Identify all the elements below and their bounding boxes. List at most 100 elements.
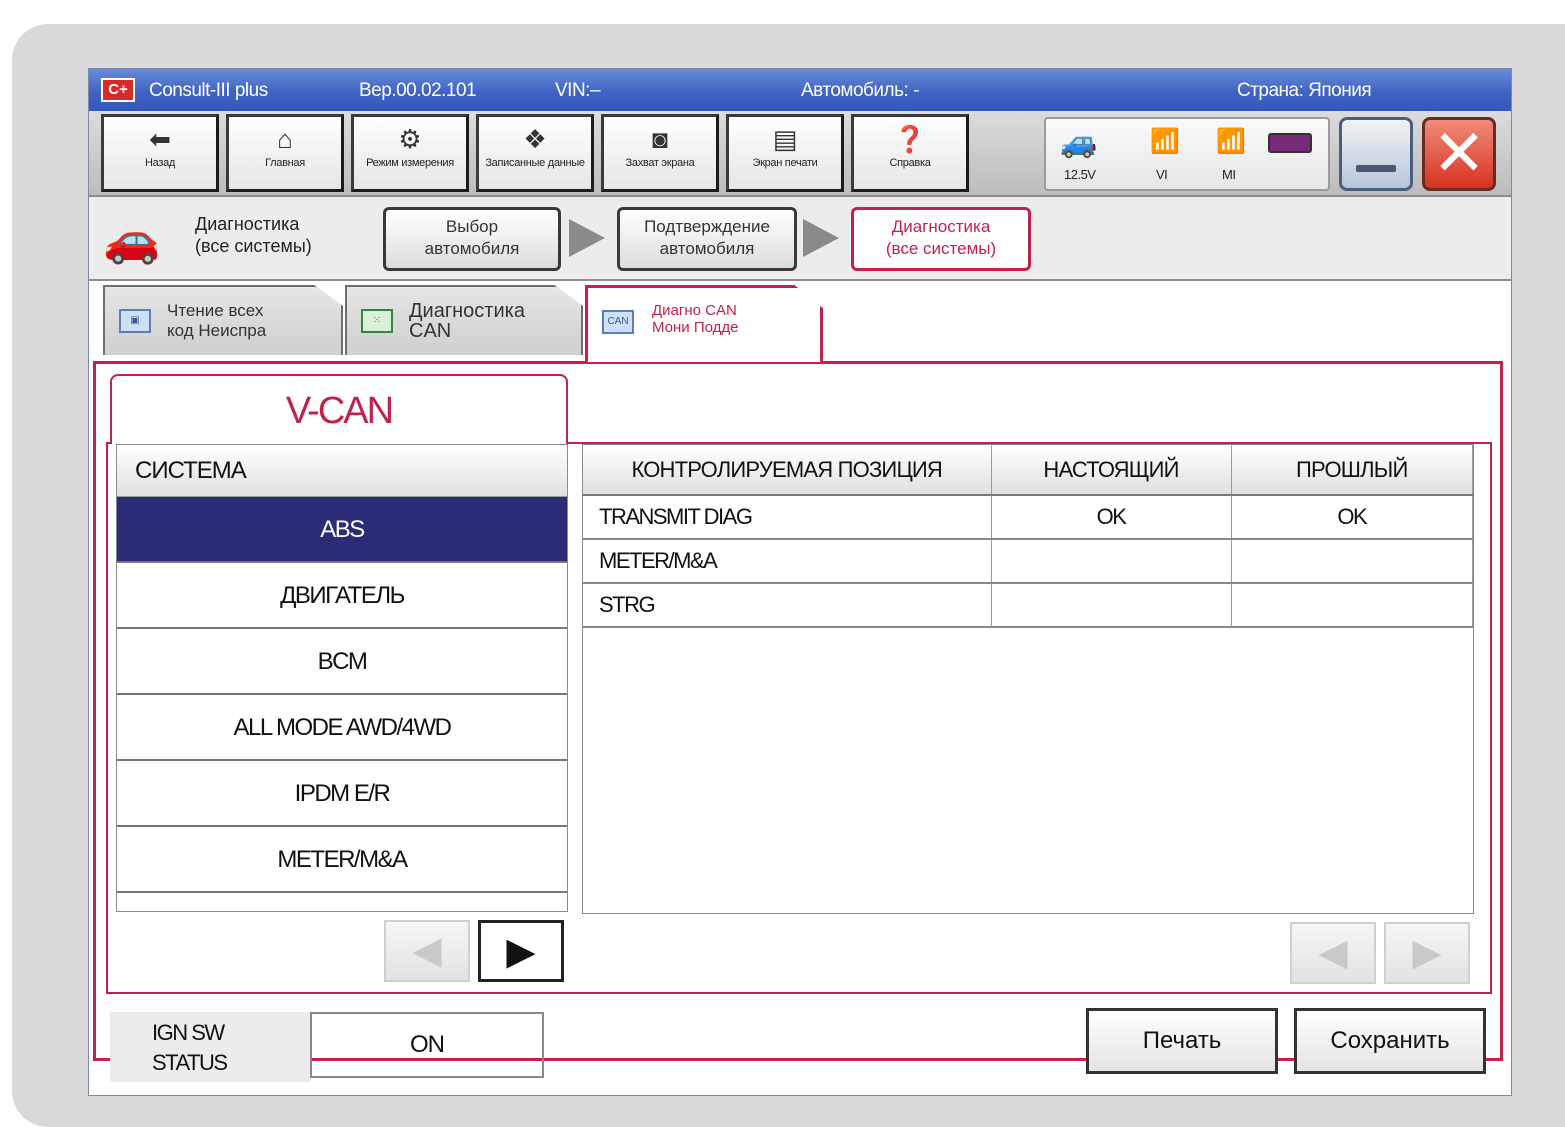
- camera-icon: ◙: [652, 124, 668, 154]
- all-systems-diagnostics-step[interactable]: Диагностика (все системы): [851, 207, 1031, 271]
- confirm-vehicle-button[interactable]: Подтверждение автомобиля: [617, 207, 797, 271]
- step-arrow-icon: [569, 219, 605, 257]
- ign-status-value: ON: [310, 1012, 544, 1078]
- printer-icon: ▤: [772, 124, 798, 154]
- step-arrow-icon: [803, 219, 839, 257]
- print-button[interactable]: Печать: [1086, 1008, 1278, 1074]
- app-name: Consult-III plus: [149, 80, 268, 101]
- title-bar: C+ Consult-III plus Вер.00.02.101 VIN:– …: [89, 69, 1511, 111]
- select-vehicle-line2: автомобиля: [424, 239, 520, 258]
- system-item-engine[interactable]: ДВИГАТЕЛЬ: [117, 563, 567, 629]
- ign-status-label: IGN SW STATUS: [110, 1012, 310, 1082]
- system-item-meter[interactable]: METER/M&A: [117, 827, 567, 893]
- systems-prev-button[interactable]: ◀: [384, 920, 470, 982]
- table-row: METER/M&A: [583, 539, 1473, 584]
- help-button[interactable]: ❓ Справка: [851, 114, 969, 192]
- select-vehicle-line1: Выбор: [445, 217, 499, 236]
- mi-label: MI: [1222, 167, 1236, 182]
- vcan-tab[interactable]: V-CAN: [110, 374, 568, 444]
- arrow-right-icon: ▶: [1412, 932, 1442, 974]
- arrow-left-icon: ◀: [1318, 932, 1348, 974]
- breadcrumb-title-line1: Диагностика: [195, 214, 300, 234]
- close-button[interactable]: ✕: [1422, 117, 1496, 191]
- tab-can-monitor-line2: Мони Подде: [652, 319, 739, 336]
- vi-label: VI: [1156, 167, 1168, 182]
- confirm-vehicle-line2: автомобиля: [659, 239, 755, 258]
- recorded-data-button[interactable]: ❖ Записанные данные: [476, 114, 594, 192]
- system-list: СИСТЕМА ABS ДВИГАТЕЛЬ BCM ALL MODE AWD/4…: [116, 444, 568, 912]
- help-icon: ❓: [893, 124, 927, 154]
- tab-can-diagnosis-line2: CAN: [409, 320, 452, 342]
- system-item-awd[interactable]: ALL MODE AWD/4WD: [117, 695, 567, 761]
- arrow-right-icon: ▶: [506, 931, 536, 973]
- home-button-label: Главная: [265, 157, 305, 169]
- table-row: STRG: [583, 583, 1473, 628]
- toolbar: ⬅ Назад ⌂ Главная ⚙ Режим измерения ❖ За…: [89, 111, 1511, 197]
- row-present: [991, 539, 1232, 584]
- measurement-mode-label: Режим измерения: [366, 157, 454, 169]
- tab-can-diagnosis[interactable]: ⁙ Диагностика CAN: [345, 285, 583, 355]
- all-systems-line2: (все системы): [885, 239, 997, 258]
- app-window: C+ Consult-III plus Вер.00.02.101 VIN:– …: [88, 68, 1512, 1096]
- table-prev-button[interactable]: ◀: [1290, 922, 1376, 984]
- system-item-ipdm[interactable]: IPDM E/R: [117, 761, 567, 827]
- tab-read-all-dtc-line2: код Неиспра: [167, 321, 267, 340]
- home-button[interactable]: ⌂ Главная: [226, 114, 344, 192]
- tab-bar: ▣ Чтение всех код Неиспра ⁙ Диагностика …: [89, 281, 1511, 362]
- measurement-mode-button[interactable]: ⚙ Режим измерения: [351, 114, 469, 192]
- screen-capture-button[interactable]: ◙ Захват экрана: [601, 114, 719, 192]
- row-present: [991, 583, 1232, 628]
- column-present: НАСТОЯЩИЙ: [991, 445, 1232, 496]
- ign-label-line1: IGN SW: [152, 1020, 225, 1045]
- row-past: [1231, 539, 1473, 584]
- system-item-abs[interactable]: ABS: [117, 497, 567, 563]
- status-panel: 🚙 12.5V 📶 VI 📶 MI: [1044, 117, 1330, 191]
- table-next-button[interactable]: ▶: [1384, 922, 1470, 984]
- screen-capture-label: Захват экрана: [625, 157, 695, 169]
- recorded-data-icon: ❖: [523, 124, 547, 154]
- monitor-area: СИСТЕМА ABS ДВИГАТЕЛЬ BCM ALL MODE AWD/4…: [106, 442, 1492, 994]
- minimize-button[interactable]: [1339, 117, 1413, 191]
- back-button[interactable]: ⬅ Назад: [101, 114, 219, 192]
- select-vehicle-button[interactable]: Выбор автомобиля: [383, 207, 561, 271]
- tab-read-all-dtc[interactable]: ▣ Чтение всех код Неиспра: [103, 285, 343, 355]
- print-screen-label: Экран печати: [752, 157, 818, 169]
- row-past: OK: [1231, 495, 1473, 540]
- row-past: [1231, 583, 1473, 628]
- help-button-label: Справка: [889, 157, 931, 169]
- ign-label-line2: STATUS: [152, 1050, 228, 1075]
- system-item-bcm[interactable]: BCM: [117, 629, 567, 695]
- breadcrumb-title-line2: (все системы): [195, 236, 312, 256]
- app-logo-icon: C+: [101, 78, 135, 102]
- breadcrumb-title: Диагностика (все системы): [195, 213, 312, 257]
- battery-icon: [1268, 133, 1312, 153]
- tab-read-all-dtc-line1: Чтение всех: [167, 301, 264, 320]
- system-header: СИСТЕМА: [117, 445, 567, 497]
- table-row: TRANSMIT DIAG OK OK: [583, 495, 1473, 540]
- save-button[interactable]: Сохранить: [1294, 1008, 1486, 1074]
- voltage-value: 12.5V: [1064, 167, 1096, 182]
- row-item: TRANSMIT DIAG: [583, 495, 992, 540]
- dtc-icon: ▣: [119, 309, 151, 333]
- all-systems-line1: Диагностика: [891, 217, 991, 236]
- monitor-table: КОНТРОЛИРУЕМАЯ ПОЗИЦИЯ НАСТОЯЩИЙ ПРОШЛЫЙ…: [582, 444, 1474, 914]
- breadcrumb: 🚗 Диагностика (все системы) Выбор автомо…: [89, 197, 1511, 281]
- vin-label: VIN:–: [555, 80, 601, 101]
- column-monitored-item: КОНТРОЛИРУЕМАЯ ПОЗИЦИЯ: [583, 445, 992, 496]
- car-icon: 🚙: [1060, 126, 1097, 159]
- row-item: STRG: [583, 583, 992, 628]
- vehicle-label: Автомобиль: -: [801, 80, 919, 101]
- print-screen-button[interactable]: ▤ Экран печати: [726, 114, 844, 192]
- tab-can-diagnosis-line1: Диагностика: [409, 300, 525, 322]
- home-icon: ⌂: [277, 124, 293, 154]
- column-past: ПРОШЛЫЙ: [1231, 445, 1473, 496]
- tab-can-monitor-line1: Диагно CAN: [652, 302, 737, 319]
- recorded-data-label: Записанные данные: [485, 157, 585, 169]
- can-monitor-icon: CAN: [602, 310, 634, 334]
- diagnostics-car-icon: 🚗: [103, 213, 161, 265]
- back-button-label: Назад: [144, 157, 176, 169]
- can-grid-icon: ⁙: [361, 309, 393, 333]
- systems-next-button[interactable]: ▶: [478, 920, 564, 982]
- tab-can-monitor[interactable]: CAN Диагно CAN Мони Подде: [585, 285, 823, 362]
- confirm-vehicle-line1: Подтверждение: [644, 217, 770, 236]
